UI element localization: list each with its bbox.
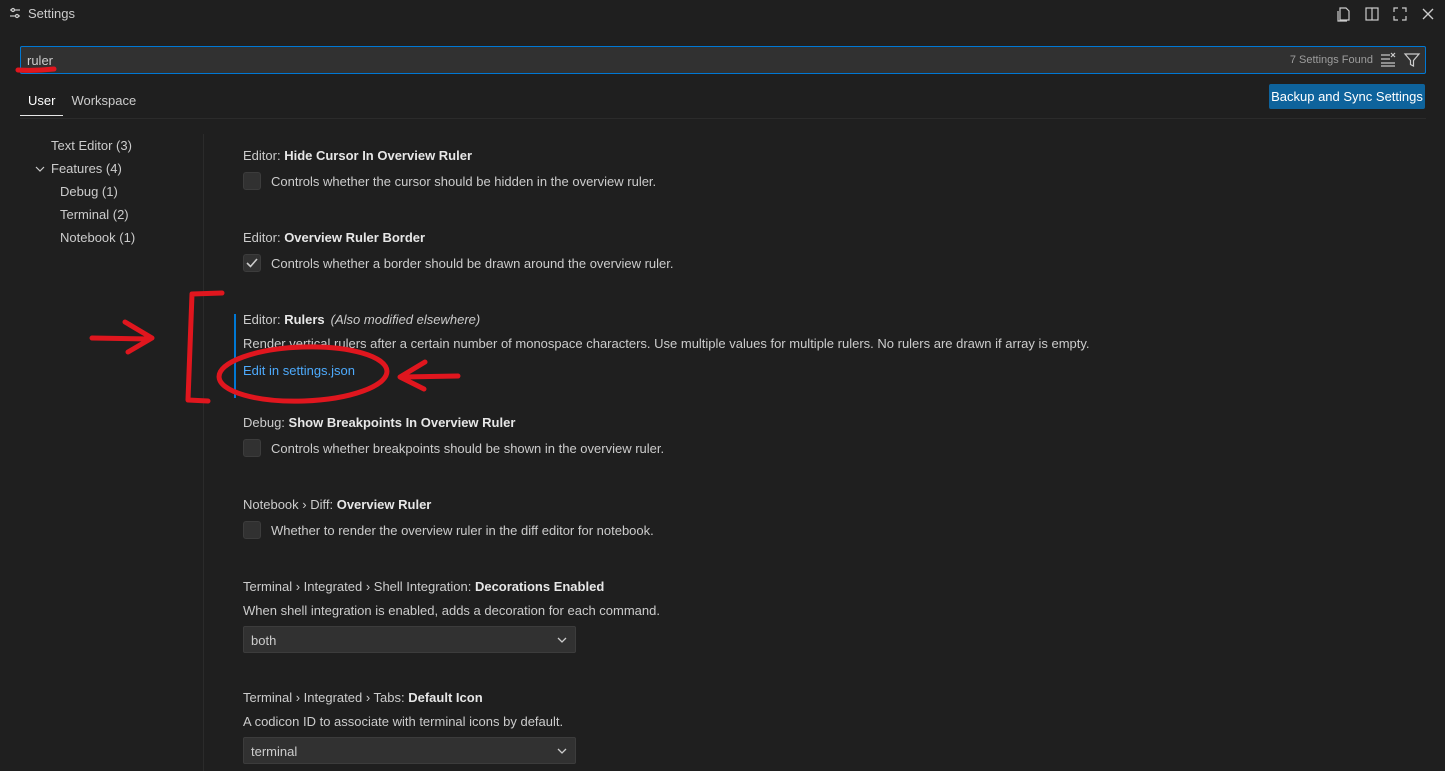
- setting-checkbox[interactable]: [243, 439, 261, 457]
- setting-notebook-diff-overview-ruler: Notebook › Diff: Overview Ruler Whether …: [243, 497, 1393, 539]
- modified-elsewhere-note: (Also modified elsewhere): [330, 312, 481, 327]
- setting-checkbox[interactable]: [243, 521, 261, 539]
- setting-hide-cursor-in-overview-ruler: Editor: Hide Cursor In Overview Ruler Co…: [243, 148, 1393, 190]
- tab-user[interactable]: User: [20, 88, 64, 116]
- settings-toc: Text Editor (3) Features (4) Debug (1) T…: [20, 134, 200, 249]
- tabs-divider: [20, 118, 1426, 119]
- settings-icon: [8, 6, 22, 20]
- toc-item-label: Notebook (1): [60, 230, 136, 245]
- chevron-down-icon: [33, 162, 47, 176]
- filter-icon[interactable]: [1403, 51, 1421, 69]
- toc-item-label: Debug (1): [60, 184, 118, 199]
- setting-rulers: Editor: Rulers (Also modified elsewhere) …: [243, 312, 1393, 378]
- setting-description: Controls whether the cursor should be hi…: [271, 173, 657, 189]
- setting-title: Editor: Overview Ruler Border: [243, 230, 426, 245]
- modified-indicator: [234, 314, 236, 398]
- chevron-down-icon: [555, 633, 569, 647]
- bracket-mark: [185, 290, 225, 404]
- select-value: both: [251, 633, 277, 648]
- setting-title: Terminal › Integrated › Tabs: Default Ic…: [243, 690, 483, 705]
- setting-show-breakpoints-in-overview-ruler: Debug: Show Breakpoints In Overview Rule…: [243, 415, 1393, 457]
- setting-description: Controls whether breakpoints should be s…: [271, 440, 665, 456]
- settings-search-box[interactable]: 7 Settings Found: [20, 46, 1426, 74]
- default-icon-select[interactable]: terminal: [243, 737, 576, 764]
- split-editor-icon[interactable]: [1361, 4, 1383, 24]
- select-value: terminal: [251, 744, 298, 759]
- toc-item-terminal[interactable]: Terminal (2): [20, 203, 200, 226]
- scope-tabs: User Workspace: [20, 88, 144, 116]
- open-settings-json-icon[interactable]: [1333, 4, 1355, 24]
- toc-item-debug[interactable]: Debug (1): [20, 180, 200, 203]
- setting-title: Terminal › Integrated › Shell Integratio…: [243, 579, 605, 594]
- red-annotation-overlay: [15, 66, 461, 404]
- setting-shell-integration-decorations-enabled: Terminal › Integrated › Shell Integratio…: [243, 579, 1393, 653]
- backup-and-sync-button[interactable]: Backup and Sync Settings: [1269, 84, 1425, 109]
- tab-workspace[interactable]: Workspace: [63, 88, 144, 116]
- setting-description: Whether to render the overview ruler in …: [271, 522, 654, 538]
- toc-item-features[interactable]: Features (4): [20, 157, 200, 180]
- clear-search-icon[interactable]: [1379, 51, 1397, 69]
- editor-title: Settings: [28, 6, 75, 21]
- search-input[interactable]: [27, 52, 1227, 69]
- setting-checkbox[interactable]: [243, 172, 261, 190]
- toc-item-label: Terminal (2): [60, 207, 129, 222]
- toc-item-label: Features (4): [51, 161, 122, 176]
- toc-item-text-editor[interactable]: Text Editor (3): [20, 134, 200, 157]
- search-result-count: 7 Settings Found: [1289, 54, 1373, 66]
- setting-tabs-default-icon: Terminal › Integrated › Tabs: Default Ic…: [243, 690, 1393, 764]
- maximize-icon[interactable]: [1389, 4, 1411, 24]
- setting-title: Editor: Hide Cursor In Overview Ruler: [243, 148, 473, 163]
- setting-description: When shell integration is enabled, adds …: [243, 603, 660, 618]
- toc-item-label: Text Editor (3): [51, 138, 132, 153]
- setting-description: A codicon ID to associate with terminal …: [243, 714, 564, 729]
- setting-checkbox[interactable]: [243, 254, 261, 272]
- toc-item-notebook[interactable]: Notebook (1): [20, 226, 200, 249]
- setting-description: Render vertical rulers after a certain n…: [243, 336, 1090, 351]
- edit-in-settings-json-link[interactable]: Edit in settings.json: [243, 363, 355, 378]
- chevron-down-icon: [555, 744, 569, 758]
- decorations-enabled-select[interactable]: both: [243, 626, 576, 653]
- setting-title: Notebook › Diff: Overview Ruler: [243, 497, 432, 512]
- toc-divider: [203, 134, 204, 771]
- close-icon[interactable]: [1417, 4, 1439, 24]
- left-arrow-mark: [89, 319, 155, 355]
- setting-overview-ruler-border: Editor: Overview Ruler Border Controls w…: [243, 230, 1393, 272]
- setting-title: Debug: Show Breakpoints In Overview Rule…: [243, 415, 516, 430]
- title-bar: Settings: [0, 0, 1445, 28]
- checkmark-icon: [246, 258, 258, 268]
- setting-description: Controls whether a border should be draw…: [271, 255, 674, 271]
- setting-title: Editor: Rulers (Also modified elsewhere): [243, 312, 481, 327]
